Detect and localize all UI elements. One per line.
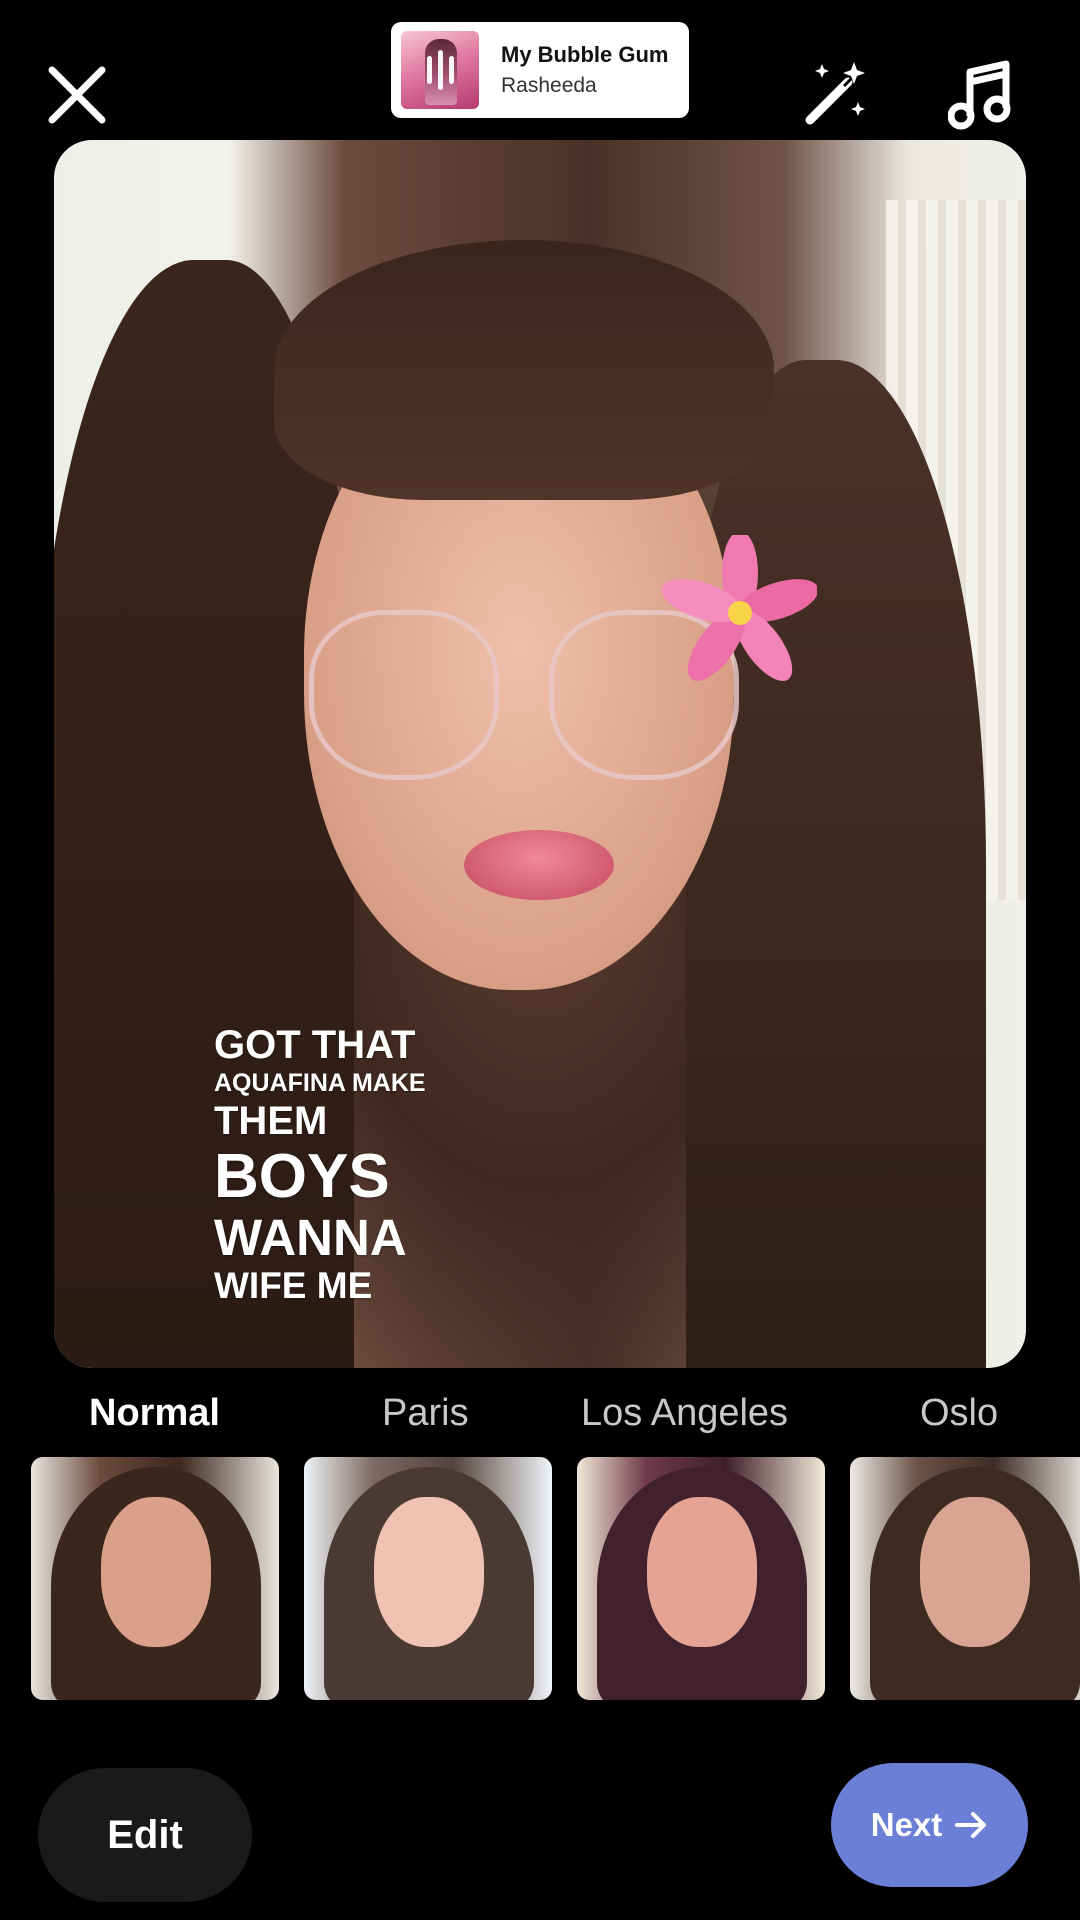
arrow-right-icon <box>955 1812 987 1838</box>
lyrics-line: WIFE ME <box>214 1264 373 1306</box>
next-label: Next <box>870 1806 943 1843</box>
magic-wand-icon <box>805 62 865 125</box>
filter-label-oslo[interactable]: Oslo <box>920 1392 998 1435</box>
lyrics-line: THEM <box>214 1099 328 1144</box>
music-note-icon <box>947 60 1011 130</box>
sound-bars-icon <box>401 31 479 109</box>
filter-label-normal[interactable]: Normal <box>89 1392 220 1435</box>
next-button[interactable]: Next <box>831 1763 1028 1887</box>
close-icon <box>48 66 106 124</box>
edit-button[interactable]: Edit <box>38 1768 252 1902</box>
filter-label-los-angeles[interactable]: Los Angeles <box>581 1392 788 1435</box>
photo-preview[interactable] <box>54 140 1026 1368</box>
close-button[interactable] <box>40 58 114 132</box>
effects-button[interactable] <box>800 58 872 130</box>
lyrics-line: GOT THAT <box>214 1023 416 1067</box>
selected-music-chip[interactable]: My Bubble Gum Rasheeda <box>391 22 689 118</box>
filter-thumb-los-angeles[interactable] <box>577 1457 825 1700</box>
music-artist: Rasheeda <box>501 74 597 98</box>
lyrics-overlay[interactable]: GOT THAT AQUAFINA MAKE THEM BOYS WANNA W… <box>214 1024 426 1306</box>
lyrics-line: BOYS <box>214 1142 390 1212</box>
filter-label-paris[interactable]: Paris <box>382 1392 469 1435</box>
filter-thumb-oslo[interactable] <box>850 1457 1080 1700</box>
music-button[interactable] <box>947 58 1014 130</box>
glasses-left <box>309 610 499 780</box>
filter-thumb-paris[interactable] <box>304 1457 552 1700</box>
album-art <box>401 31 479 109</box>
lyrics-line: WANNA <box>214 1209 407 1267</box>
lyrics-line: AQUAFINA MAKE <box>214 1069 426 1097</box>
filter-thumbnails <box>0 1457 1080 1702</box>
edit-label: Edit <box>107 1812 183 1857</box>
filter-labels: Normal Paris Los Angeles Oslo <box>0 1392 1080 1442</box>
filter-thumb-normal[interactable] <box>31 1457 279 1700</box>
music-title: My Bubble Gum <box>501 41 669 67</box>
flower-sticker <box>662 535 817 681</box>
